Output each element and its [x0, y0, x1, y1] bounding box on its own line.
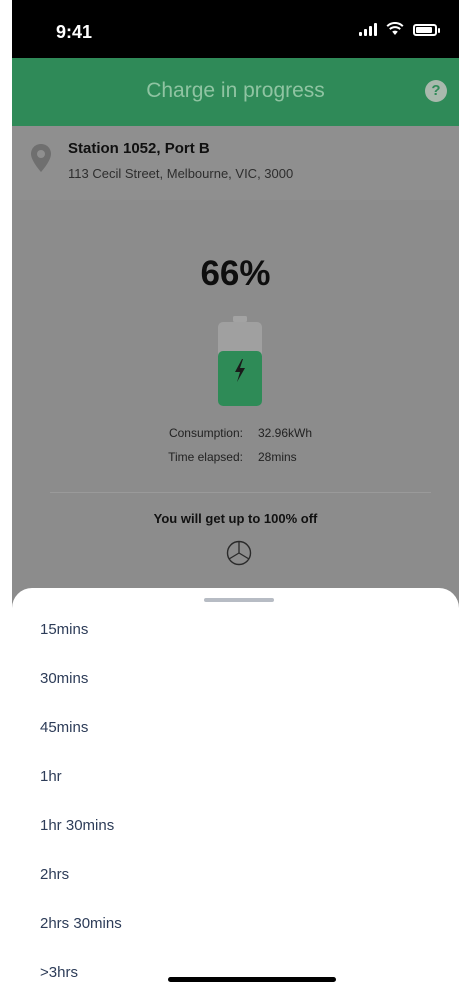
header: Charge in progress ?: [12, 58, 459, 126]
station-name: Station 1052, Port B: [68, 140, 210, 157]
station-info: Station 1052, Port B 113 Cecil Street, M…: [12, 126, 459, 201]
station-address: 113 Cecil Street, Melbourne, VIC, 3000: [68, 166, 294, 181]
battery-charging-icon: [218, 316, 262, 406]
consumption-value: 32.96kWh: [258, 426, 313, 440]
duration-option[interactable]: >3hrs: [40, 964, 78, 981]
signal-icon: [359, 22, 377, 36]
duration-option[interactable]: 2hrs: [40, 866, 69, 883]
duration-option[interactable]: 1hr 30mins: [40, 817, 114, 834]
status-bar: 9:41: [12, 0, 459, 58]
duration-option[interactable]: 45mins: [40, 719, 88, 736]
duration-option[interactable]: 2hrs 30mins: [40, 915, 122, 932]
status-time: 9:41: [56, 22, 93, 42]
consumption-label: Consumption:: [168, 426, 243, 440]
battery-status-icon: [413, 24, 440, 36]
location-pin-icon: [31, 144, 51, 172]
status-icons: [359, 22, 440, 36]
duration-option[interactable]: 15mins: [40, 621, 88, 638]
duration-option[interactable]: 30mins: [40, 670, 88, 687]
help-icon[interactable]: ?: [425, 80, 447, 102]
battery-fill: [218, 351, 262, 406]
wifi-icon: [386, 22, 404, 35]
divider: [50, 492, 431, 493]
page-title: Charge in progress: [146, 79, 325, 102]
home-indicator: [168, 977, 336, 982]
elapsed-label: Time elapsed:: [168, 450, 243, 464]
duration-bottom-sheet: 15mins 30mins 45mins 1hr 1hr 30mins 2hrs…: [12, 588, 459, 988]
phone-screen: 9:41 Charge in progress ? Station 1052, …: [0, 0, 459, 988]
charge-status: 66% Consumption: 32.96kWh Time elapsed: …: [12, 200, 459, 620]
brand-logo-icon: [226, 540, 252, 566]
duration-option[interactable]: 1hr: [40, 768, 62, 785]
sheet-grabber[interactable]: [204, 598, 274, 602]
charge-percent: 66%: [200, 254, 271, 293]
elapsed-value: 28mins: [258, 450, 297, 464]
offer-text: You will get up to 100% off: [153, 511, 318, 526]
